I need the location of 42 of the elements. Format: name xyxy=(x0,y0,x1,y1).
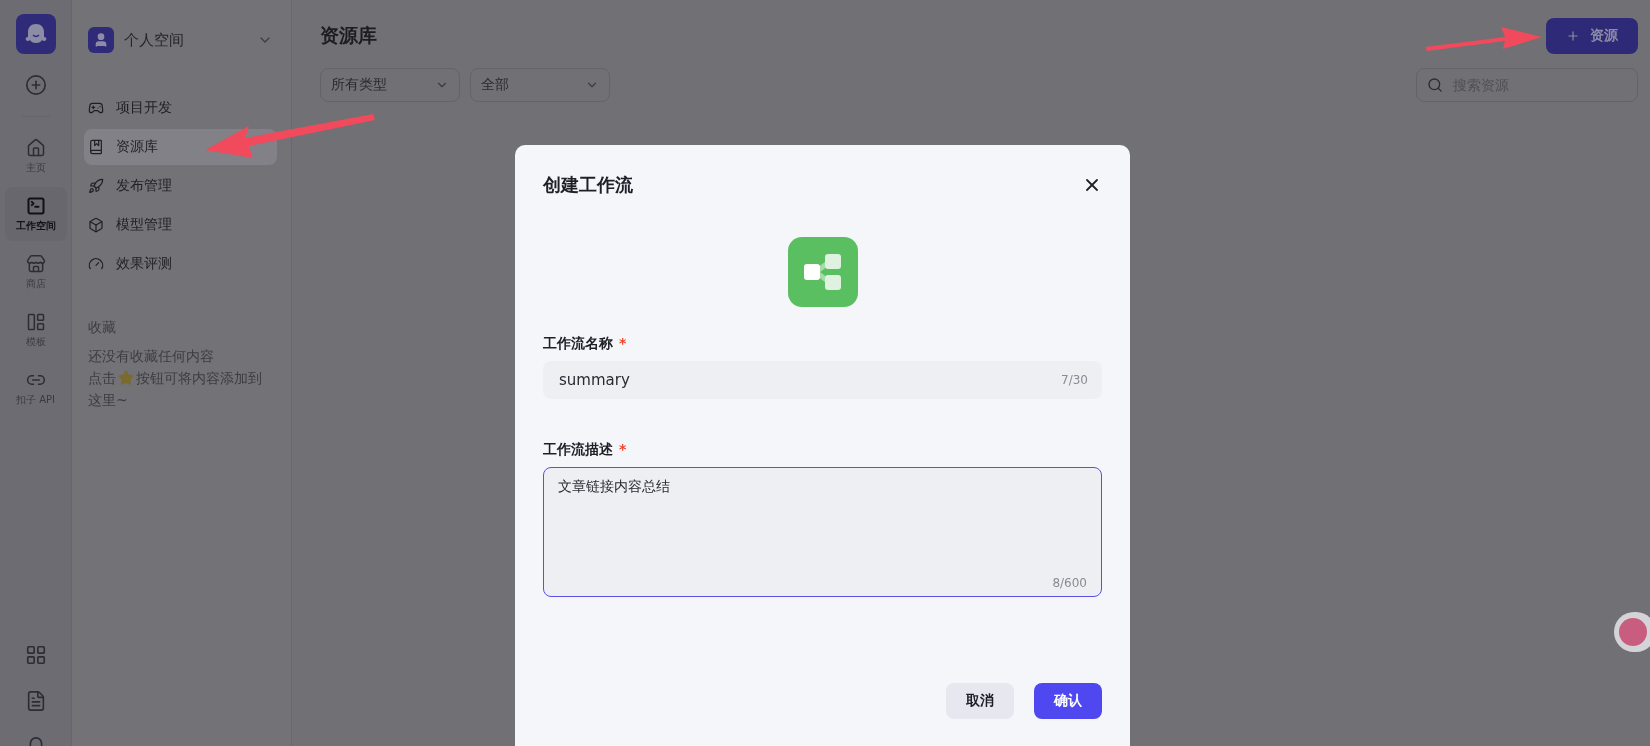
rail-item-icon xyxy=(25,137,46,158)
translate-widget[interactable] xyxy=(1614,612,1650,652)
filter-select[interactable]: 全部 xyxy=(470,68,610,102)
description-input[interactable]: 文章链接内容总结 xyxy=(558,478,1087,576)
workspace-name[interactable]: 个人空间 xyxy=(124,30,247,50)
search-icon xyxy=(1427,77,1443,93)
add-resource-button[interactable]: 资源 xyxy=(1546,18,1638,54)
workflow-icon xyxy=(787,237,858,307)
description-field-label: 工作流描述 xyxy=(543,441,613,459)
confirm-button[interactable]: 确认 xyxy=(1034,683,1102,719)
name-input-field[interactable]: summary 7/30 xyxy=(543,361,1102,399)
rail-item-icon xyxy=(25,253,46,274)
nav-item-icon xyxy=(88,139,104,155)
filter-select[interactable]: 所有类型 xyxy=(320,68,460,102)
character-count: 8/600 xyxy=(1052,576,1087,590)
dialog-title: 创建工作流 xyxy=(543,173,633,197)
name-field-label: 工作流名称 xyxy=(543,335,613,353)
rail-item-icon xyxy=(25,195,46,216)
nav-item-icon xyxy=(88,217,104,233)
rail-item-icon xyxy=(25,311,46,332)
rail-item[interactable]: 工作空间 xyxy=(4,187,67,241)
page-title: 资源库 xyxy=(320,23,377,48)
nav-item[interactable]: 效果评测 xyxy=(84,246,277,282)
create-icon xyxy=(24,74,47,96)
name-input[interactable]: summary xyxy=(557,370,1062,390)
apps-icon xyxy=(24,644,47,666)
star-icon xyxy=(118,370,134,386)
nav-item[interactable]: 发布管理 xyxy=(84,168,277,204)
nav-item[interactable]: 项目开发 xyxy=(84,90,277,126)
user-avatar-icon xyxy=(88,27,114,53)
nav-item-icon xyxy=(88,256,104,272)
description-input-field[interactable]: 文章链接内容总结 8/600 xyxy=(543,467,1102,597)
cancel-button[interactable]: 取消 xyxy=(946,683,1014,719)
app-logo[interactable] xyxy=(15,14,56,54)
character-count: 7/30 xyxy=(1061,373,1088,387)
required-mark: * xyxy=(619,441,627,459)
rail-item-label: 工作空间 xyxy=(15,218,56,233)
plus-icon xyxy=(1566,29,1580,43)
nav-item-icon xyxy=(88,100,104,116)
required-mark: * xyxy=(619,335,627,353)
nav-item-icon xyxy=(88,178,104,194)
nav-item[interactable]: 模型管理 xyxy=(84,207,277,243)
